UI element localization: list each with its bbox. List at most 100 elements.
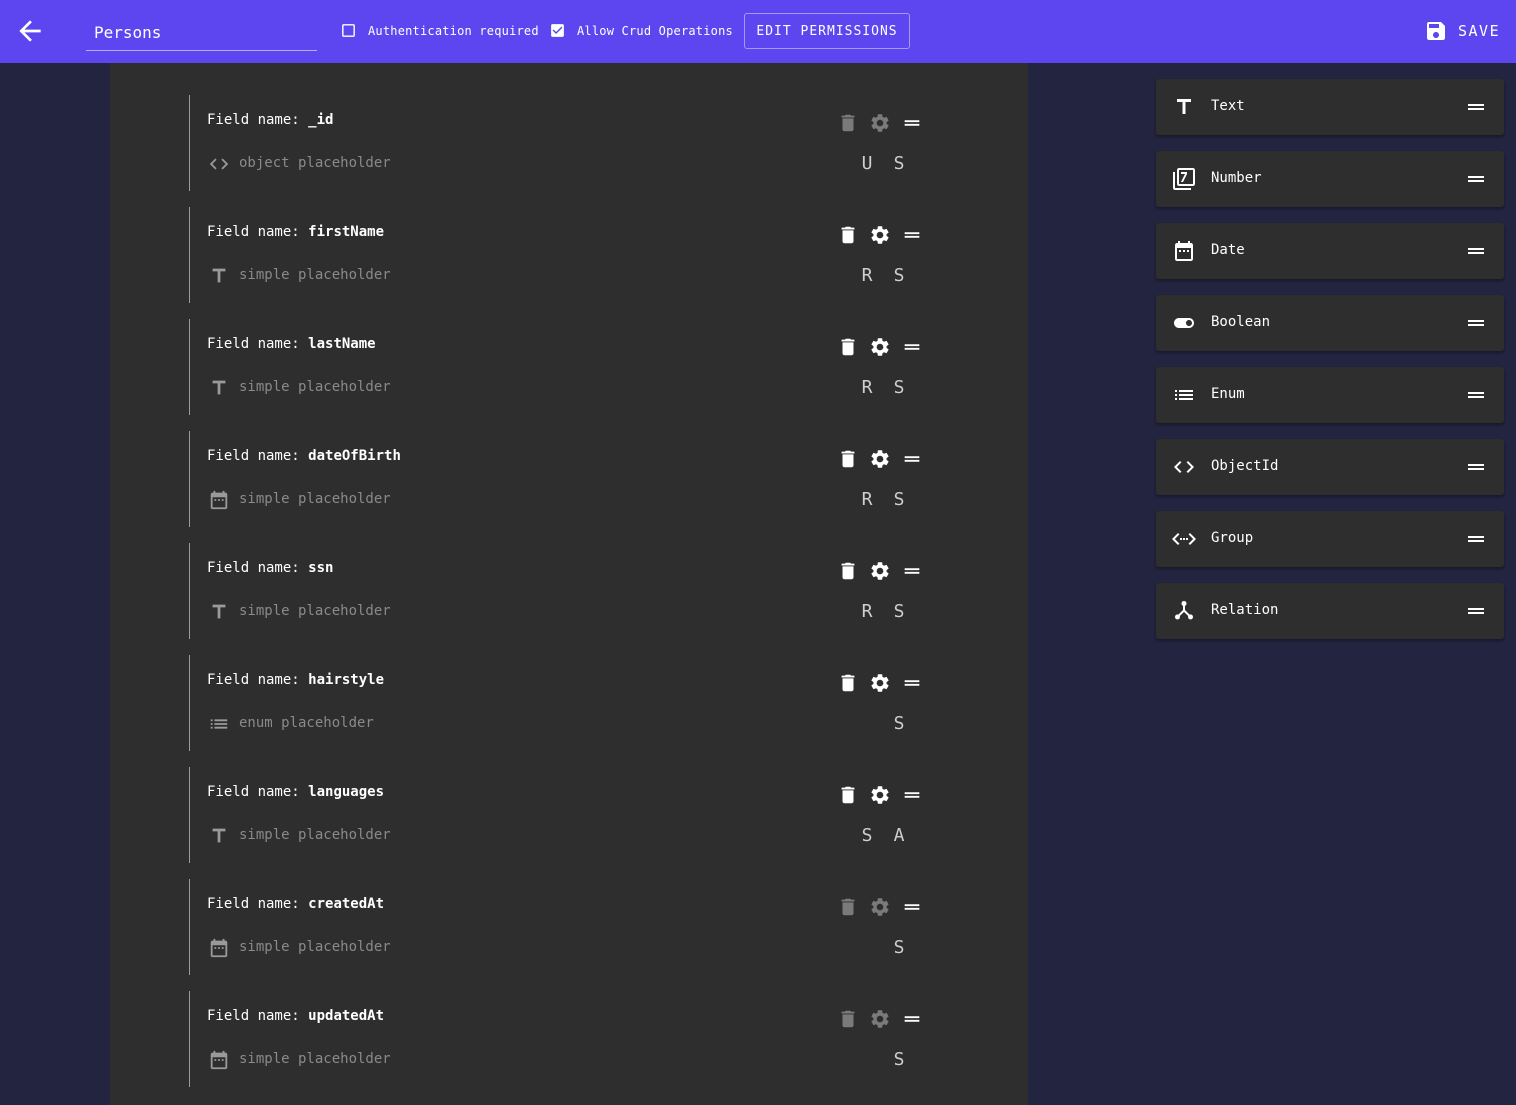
drag-handle-icon[interactable] bbox=[1464, 455, 1488, 479]
field-flag-1: U bbox=[861, 153, 873, 174]
field-placeholder: simple placeholder bbox=[239, 491, 391, 507]
palette-item-objectid[interactable]: ObjectId bbox=[1156, 439, 1504, 495]
settings-gear-icon[interactable] bbox=[869, 448, 891, 470]
field-name-prefix: Field name: bbox=[207, 112, 300, 128]
field-name-label: Field name: createdAt bbox=[207, 896, 384, 912]
drag-handle-icon[interactable] bbox=[901, 1008, 923, 1030]
settings-gear-icon bbox=[871, 898, 889, 916]
field-row: Field name: dateOfBirth simple placeholde… bbox=[189, 431, 934, 527]
field-name-prefix: Field name: bbox=[207, 784, 300, 800]
drag-handle-icon[interactable] bbox=[1464, 95, 1488, 119]
allow-crud-operations-checkbox[interactable] bbox=[549, 22, 566, 39]
field-row: Field name: languages simple placeholder S… bbox=[189, 767, 934, 863]
field-name-value: lastName bbox=[308, 336, 376, 352]
delete-icon[interactable] bbox=[837, 784, 859, 806]
save-button[interactable]: SAVE bbox=[1424, 16, 1500, 46]
field-name-label: Field name: lastName bbox=[207, 336, 376, 352]
drag-handle-icon[interactable] bbox=[901, 448, 923, 470]
settings-gear-icon bbox=[871, 114, 889, 132]
field-placeholder: enum placeholder bbox=[239, 715, 374, 731]
field-placeholder: simple placeholder bbox=[239, 1051, 391, 1067]
calendar-icon bbox=[210, 1050, 228, 1070]
palette-item-text[interactable]: Text bbox=[1156, 79, 1504, 135]
field-placeholder: simple placeholder bbox=[239, 379, 391, 395]
field-name-value: ssn bbox=[308, 560, 334, 576]
field-name-value: languages bbox=[308, 784, 385, 800]
drag-handle-icon[interactable] bbox=[901, 672, 923, 694]
field-row: Field name: ssn simple placeholder R S bbox=[189, 543, 934, 639]
authentication-required-checkbox[interactable] bbox=[340, 22, 357, 39]
back-arrow-icon[interactable] bbox=[14, 15, 46, 47]
delete-icon bbox=[841, 898, 855, 916]
drag-handle-icon[interactable] bbox=[901, 112, 923, 134]
relation-icon bbox=[1174, 601, 1194, 620]
drag-handle-icon[interactable] bbox=[901, 336, 923, 358]
field-name-label: Field name: hairstyle bbox=[207, 672, 384, 688]
field-name-label: Field name: updatedAt bbox=[207, 1008, 384, 1024]
text-icon bbox=[1177, 99, 1191, 114]
drag-handle-icon[interactable] bbox=[901, 560, 923, 582]
delete-icon[interactable] bbox=[837, 672, 859, 694]
delete-icon[interactable] bbox=[837, 336, 859, 358]
settings-gear-icon[interactable] bbox=[869, 560, 891, 582]
settings-gear-icon[interactable] bbox=[869, 784, 891, 806]
toggle-icon bbox=[1174, 318, 1194, 328]
settings-gear-icon[interactable] bbox=[869, 672, 891, 694]
field-flag-2: S bbox=[893, 713, 905, 734]
drag-handle-icon[interactable] bbox=[1464, 599, 1488, 623]
field-flag-2: S bbox=[893, 153, 905, 174]
palette-item-label: Group bbox=[1211, 530, 1254, 546]
settings-gear-icon[interactable] bbox=[869, 336, 891, 358]
field-row: Field name: firstName simple placeholder R… bbox=[189, 207, 934, 303]
number-icon bbox=[1173, 168, 1195, 190]
palette-item-group[interactable]: Group bbox=[1156, 511, 1504, 567]
code-icon bbox=[1174, 461, 1194, 473]
drag-handle-icon[interactable] bbox=[1464, 311, 1488, 335]
palette-item-number[interactable]: Number bbox=[1156, 151, 1504, 207]
save-icon bbox=[1427, 22, 1445, 40]
edit-permissions-button[interactable]: EDIT PERMISSIONS bbox=[744, 13, 910, 49]
palette-item-enum[interactable]: Enum bbox=[1156, 367, 1504, 423]
palette-item-label: Enum bbox=[1211, 386, 1245, 402]
delete-icon[interactable] bbox=[837, 560, 859, 582]
drag-handle-icon[interactable] bbox=[1464, 383, 1488, 407]
top-app-bar: Authentication required Allow Crud Opera… bbox=[0, 0, 1516, 63]
drag-handle-icon[interactable] bbox=[1464, 239, 1488, 263]
palette-item-date[interactable]: Date bbox=[1156, 223, 1504, 279]
field-name-prefix: Field name: bbox=[207, 336, 300, 352]
field-row: Field name: updatedAt simple placeholder S bbox=[189, 991, 934, 1087]
field-placeholder: simple placeholder bbox=[239, 939, 391, 955]
settings-gear-icon[interactable] bbox=[869, 224, 891, 246]
palette-item-boolean[interactable]: Boolean bbox=[1156, 295, 1504, 351]
field-row: Field name: hairstyle enum placeholder S bbox=[189, 655, 934, 751]
drag-handle-icon[interactable] bbox=[901, 784, 923, 806]
field-placeholder: object placeholder bbox=[239, 155, 391, 171]
field-row: Field name: lastName simple placeholder R S bbox=[189, 319, 934, 415]
field-name-prefix: Field name: bbox=[207, 1008, 300, 1024]
collection-name-input[interactable] bbox=[86, 14, 317, 51]
drag-handle-icon[interactable] bbox=[901, 224, 923, 246]
delete-icon bbox=[841, 114, 855, 132]
settings-gear-icon bbox=[871, 1010, 889, 1028]
field-name-label: Field name: ssn bbox=[207, 560, 333, 576]
palette-item-relation[interactable]: Relation bbox=[1156, 583, 1504, 639]
delete-icon bbox=[841, 1010, 855, 1028]
delete-icon[interactable] bbox=[837, 224, 859, 246]
field-row: Field name: _id object placeholder U S bbox=[189, 95, 934, 191]
field-name-value: updatedAt bbox=[308, 1008, 385, 1024]
save-label: SAVE bbox=[1458, 22, 1501, 40]
drag-handle-icon[interactable] bbox=[1464, 167, 1488, 191]
delete-icon[interactable] bbox=[837, 448, 859, 470]
group-icon bbox=[1172, 533, 1196, 545]
palette-item-label: Date bbox=[1211, 242, 1245, 258]
field-flag-2: S bbox=[893, 601, 905, 622]
list-icon bbox=[210, 719, 228, 729]
allow-crud-operations-label: Allow Crud Operations bbox=[577, 24, 733, 38]
field-flag-2: S bbox=[893, 489, 905, 510]
drag-handle-icon[interactable] bbox=[1464, 527, 1488, 551]
field-name-prefix: Field name: bbox=[207, 224, 300, 240]
field-placeholder: simple placeholder bbox=[239, 603, 391, 619]
text-icon bbox=[212, 604, 226, 619]
drag-handle-icon[interactable] bbox=[901, 896, 923, 918]
calendar-icon bbox=[210, 938, 228, 958]
